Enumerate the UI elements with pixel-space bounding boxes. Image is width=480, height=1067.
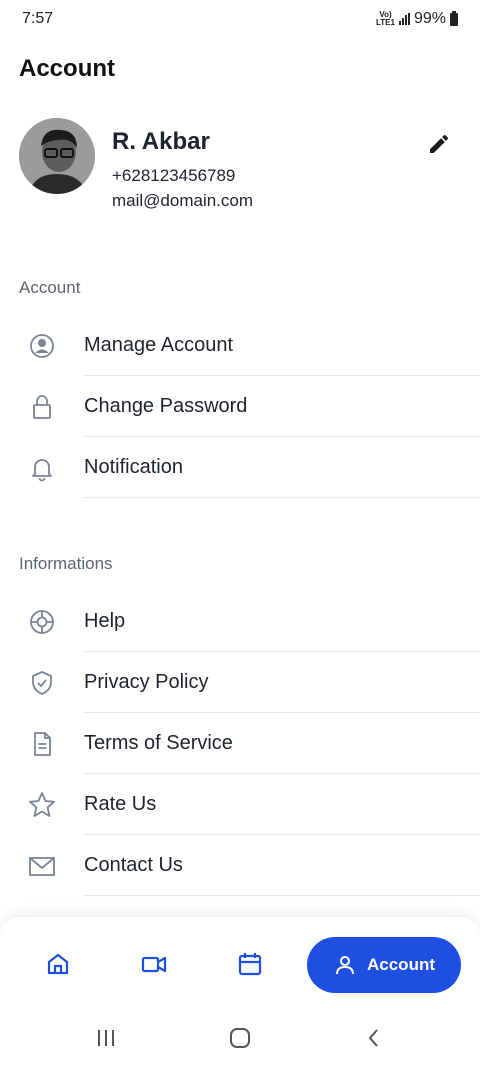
nav-account-label: Account bbox=[367, 955, 435, 974]
nav-calendar-button[interactable] bbox=[236, 950, 264, 978]
nav-video-button[interactable] bbox=[140, 950, 168, 978]
page-title: Account bbox=[19, 55, 115, 82]
divider bbox=[84, 895, 480, 896]
volte-icon: Vo) LTE1 bbox=[376, 11, 395, 27]
menu-label: Help bbox=[84, 610, 126, 632]
profile-name: R. Akbar bbox=[112, 128, 210, 155]
home-system-button[interactable] bbox=[228, 1026, 252, 1050]
back-button[interactable] bbox=[362, 1026, 386, 1050]
lifebuoy-icon bbox=[30, 610, 54, 634]
section-label-informations: Informations bbox=[19, 554, 113, 573]
profile-phone: +628123456789 bbox=[112, 166, 236, 185]
profile-card: R. Akbar +628123456789 mail@domain.com bbox=[19, 118, 461, 218]
nav-account-button[interactable]: Account bbox=[307, 937, 461, 993]
menu-label: Change Password bbox=[84, 395, 248, 417]
status-indicators: Vo) LTE1 99% bbox=[376, 10, 458, 28]
profile-email: mail@domain.com bbox=[112, 191, 254, 210]
battery-icon bbox=[450, 10, 458, 26]
bottom-nav: Account bbox=[0, 916, 480, 1007]
battery-percent: 99% bbox=[413, 10, 446, 27]
user-icon bbox=[336, 956, 354, 975]
menu-item-help[interactable]: Help bbox=[0, 591, 480, 652]
calendar-icon bbox=[238, 953, 262, 976]
recent-apps-icon bbox=[98, 1030, 114, 1046]
menu-label: Rate Us bbox=[84, 793, 157, 815]
menu-label: Contact Us bbox=[84, 854, 183, 876]
recent-apps-button[interactable] bbox=[94, 1026, 118, 1050]
menu-item-manage-account[interactable]: Manage Account bbox=[0, 315, 480, 376]
avatar-image bbox=[19, 118, 95, 194]
menu-label: Privacy Policy bbox=[84, 671, 209, 693]
user-circle-icon bbox=[30, 334, 54, 358]
menu-item-notification[interactable]: Notification bbox=[0, 437, 480, 498]
menu-item-privacy-policy[interactable]: Privacy Policy bbox=[0, 652, 480, 713]
section-label-account: Account bbox=[19, 278, 81, 297]
bell-icon bbox=[32, 459, 52, 482]
network-label: LTE1 bbox=[376, 18, 395, 27]
document-icon bbox=[34, 732, 51, 756]
system-nav-bar bbox=[0, 1006, 480, 1067]
menu-item-contact-us[interactable]: Contact Us bbox=[0, 835, 480, 896]
shield-check-icon bbox=[32, 671, 52, 695]
signal-icon bbox=[398, 13, 410, 25]
menu-label: Notification bbox=[84, 456, 183, 478]
divider bbox=[84, 497, 480, 498]
menu-label: Terms of Service bbox=[84, 732, 233, 754]
back-chevron-icon bbox=[368, 1029, 378, 1047]
home-circle-icon bbox=[230, 1028, 250, 1048]
menu-label: Manage Account bbox=[84, 334, 233, 356]
lock-icon bbox=[33, 395, 51, 419]
video-icon bbox=[141, 956, 167, 973]
menu-item-change-password[interactable]: Change Password bbox=[0, 376, 480, 437]
home-icon bbox=[47, 953, 69, 975]
avatar[interactable] bbox=[19, 118, 95, 194]
mail-icon bbox=[29, 857, 55, 876]
menu-item-rate-us[interactable]: Rate Us bbox=[0, 774, 480, 835]
status-time: 7:57 bbox=[22, 10, 54, 27]
pencil-icon bbox=[430, 134, 449, 153]
menu-item-terms-of-service[interactable]: Terms of Service bbox=[0, 713, 480, 774]
edit-profile-button[interactable] bbox=[427, 132, 451, 156]
status-bar: 7:57 Vo) LTE1 99% bbox=[0, 0, 480, 38]
nav-home-button[interactable] bbox=[44, 950, 72, 978]
star-icon bbox=[29, 792, 55, 817]
